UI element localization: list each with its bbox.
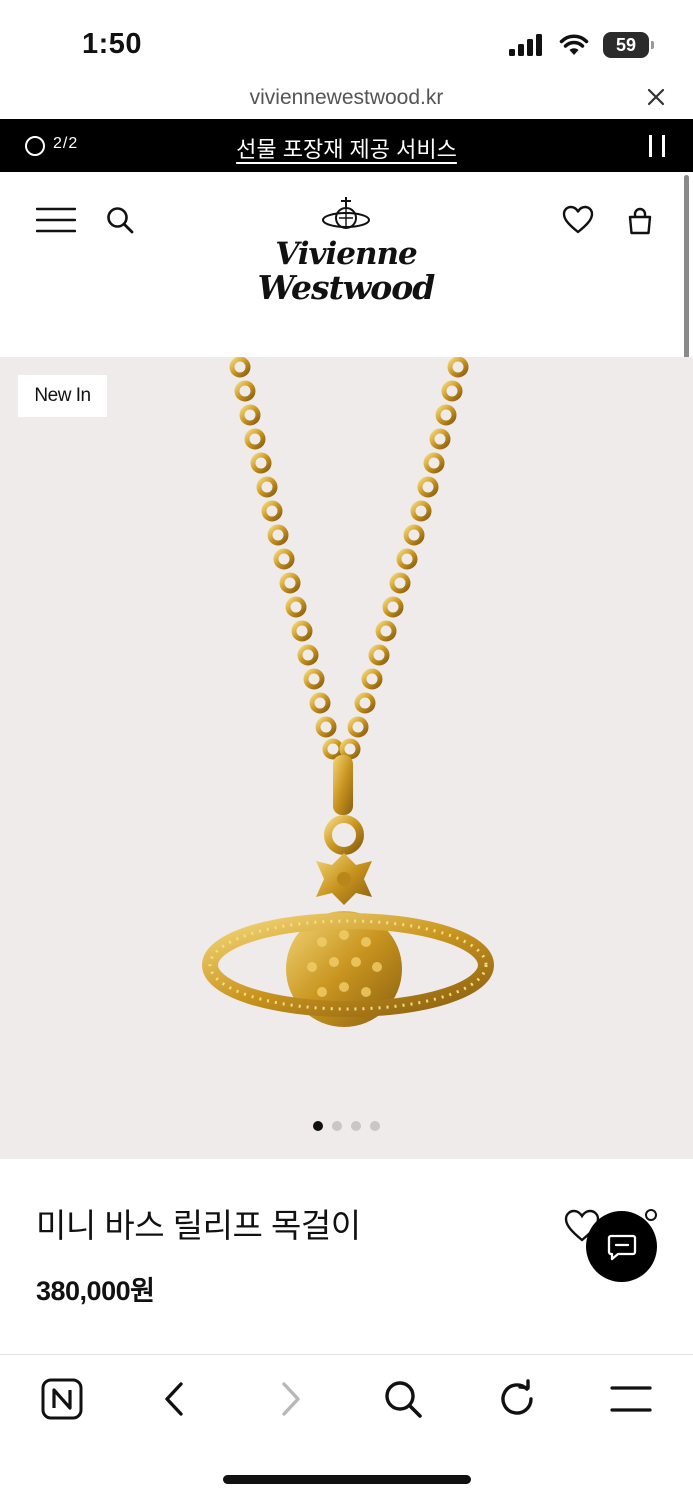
status-time: 1:50 (82, 28, 143, 60)
close-icon[interactable] (645, 86, 667, 108)
menu-icon (610, 1386, 652, 1412)
menu-icon[interactable] (36, 207, 76, 233)
back-icon (165, 1382, 183, 1416)
refresh-icon (501, 1379, 533, 1415)
search-icon (385, 1381, 422, 1418)
carousel-dot-3[interactable] (351, 1121, 361, 1131)
promo-banner: 2/2 선물 포장재 제공 서비스 (0, 119, 693, 172)
status-bar: 1:50 59 (0, 0, 693, 80)
carousel-dot-4[interactable] (370, 1121, 380, 1131)
forward-icon (282, 1382, 300, 1416)
promo-link[interactable]: 선물 포장재 제공 서비스 (0, 132, 693, 164)
logo-line-1: Vivienne (275, 236, 418, 272)
promo-text[interactable]: 선물 포장재 제공 서비스 (236, 137, 457, 162)
back-button[interactable] (153, 1377, 197, 1421)
refresh-button[interactable] (495, 1377, 539, 1421)
browser-url-bar: viviennewestwood.kr (0, 80, 693, 118)
carousel-dot-1[interactable] (313, 1121, 323, 1131)
browser-menu-button[interactable] (609, 1377, 653, 1421)
bag-icon[interactable] (627, 206, 653, 236)
carousel-pagination (0, 1121, 693, 1131)
heart-icon[interactable] (562, 205, 594, 235)
orb-logo-icon (322, 197, 370, 229)
product-info: 미니 바스 릴리프 목걸이 380,000원 (0, 1159, 693, 1354)
forward-button[interactable] (268, 1377, 312, 1421)
naver-home-button[interactable] (40, 1377, 84, 1421)
wifi-icon (559, 34, 589, 55)
url-text[interactable]: viviennewestwood.kr (0, 86, 693, 110)
share-icon[interactable] (645, 1209, 657, 1221)
status-icons: 59 (509, 32, 654, 58)
product-name: 미니 바스 릴리프 목걸이 (36, 1207, 361, 1244)
battery-level: 59 (615, 34, 637, 55)
chat-button[interactable] (586, 1211, 657, 1282)
battery-icon: 59 (603, 32, 654, 58)
home-indicator[interactable] (223, 1475, 471, 1484)
logo-line-2: Westwood (257, 268, 436, 307)
signal-icon (509, 34, 542, 56)
product-image-carousel[interactable]: New In (0, 357, 693, 1159)
necklace-image (202, 357, 494, 1027)
pause-icon[interactable] (647, 135, 667, 157)
site-header: Vivienne Westwood (0, 172, 693, 357)
product-price: 380,000원 (36, 1276, 155, 1306)
naver-home-icon (41, 1378, 83, 1420)
chat-bubble-icon (607, 1234, 636, 1260)
carousel-dot-2[interactable] (332, 1121, 342, 1131)
browser-bottom-bar (0, 1354, 693, 1500)
brand-logo[interactable]: Vivienne Westwood (230, 196, 462, 308)
new-in-badge: New In (18, 375, 107, 417)
search-button[interactable] (381, 1377, 425, 1421)
search-icon[interactable] (106, 206, 134, 234)
